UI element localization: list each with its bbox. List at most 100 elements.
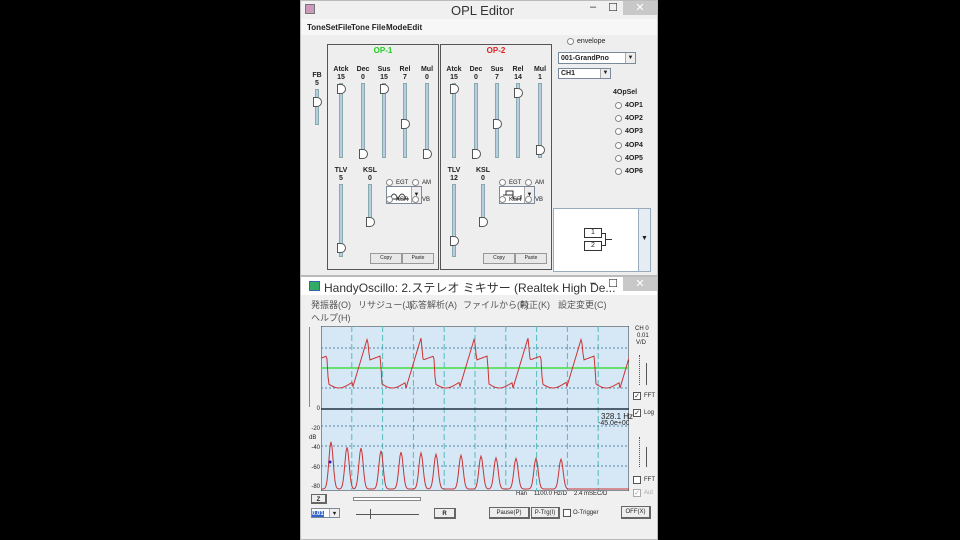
menu-item[interactable]: リサジュー(J) (358, 298, 413, 311)
algorithm-dropdown-arrow[interactable]: ▼ (638, 209, 650, 271)
radio-4op4[interactable] (615, 141, 622, 149)
time-slider[interactable] (356, 509, 419, 519)
radio-am[interactable] (525, 179, 532, 186)
ksl-op2-slider[interactable] (479, 184, 488, 227)
copy-button[interactable]: Copy (370, 253, 402, 264)
scale-select[interactable]: 0.01 ▾ (311, 508, 340, 518)
window-title: HandyOscillo: 2.ステレオ ミキサー (Realtek High … (324, 281, 616, 295)
log-checkbox[interactable]: ✓ (633, 409, 641, 417)
dec-op1-slider[interactable] (359, 83, 368, 159)
mul-op1-label: Mul (420, 66, 434, 73)
title-bar: OPL Editor – ☐ ✕ (301, 1, 657, 19)
p-trig-button[interactable]: P-Trg(I) (531, 507, 560, 519)
horizontal-scroll-slider[interactable] (353, 497, 421, 501)
envelope-label: envelope (577, 38, 606, 45)
opsel-label: 4OP1 (625, 102, 643, 109)
radio-ksr[interactable] (386, 196, 393, 203)
radio-label: KSR (396, 197, 409, 203)
rel-op2-slider[interactable] (514, 83, 523, 158)
sus-op1-slider[interactable] (380, 83, 389, 158)
radio-label: KSR (509, 197, 522, 203)
db-tick-label: -20 (311, 425, 320, 432)
menu-tone-file[interactable]: Tone File (351, 23, 386, 32)
log-label: Log (644, 410, 655, 416)
zoom-button[interactable]: Z (311, 494, 327, 504)
vertical-slider[interactable] (309, 327, 312, 407)
auto-checkbox[interactable]: ✓ (633, 489, 641, 497)
tlv-op1-slider[interactable] (337, 184, 346, 257)
radio-vb[interactable] (412, 196, 419, 203)
volts-per-div: 0.01 (637, 333, 649, 339)
radio-4op3[interactable] (615, 128, 622, 136)
rel-op1-value: 7 (403, 74, 407, 81)
radio-4op6[interactable] (615, 168, 622, 175)
radio-4op1[interactable] (615, 102, 622, 109)
minimize-button[interactable]: – (586, 277, 600, 291)
radio-ksr[interactable] (499, 196, 506, 203)
radio-egt[interactable] (386, 179, 393, 186)
paste-button[interactable]: Paste (402, 253, 434, 264)
radio-4op5[interactable] (615, 154, 622, 162)
radio-am[interactable] (412, 179, 419, 186)
rel-op1-slider-thumb[interactable] (401, 118, 410, 129)
close-button[interactable]: ✕ (623, 1, 657, 15)
dec-op2-slider[interactable] (472, 83, 481, 159)
atck-op1-slider[interactable] (337, 83, 346, 158)
paste-button[interactable]: Paste (515, 253, 547, 264)
ksl-op1-slider[interactable] (366, 184, 375, 227)
channel-label: CH 0 (635, 326, 649, 332)
radio-4op2[interactable] (615, 115, 622, 123)
sus-op2-slider[interactable] (493, 83, 502, 158)
algorithm-select[interactable]: 1 2 ▼ (553, 208, 651, 272)
mul-op2-slider[interactable] (536, 83, 545, 158)
menu-edit[interactable]: Edit (407, 23, 422, 32)
handyoscillo-window: HandyOscillo: 2.ステレオ ミキサー (Realtek High … (300, 276, 658, 540)
tlv-op1-value: 5 (339, 175, 343, 182)
sus-op2-label: Sus (490, 66, 504, 73)
menu-item[interactable]: 設定変更(C) (558, 298, 607, 311)
dec-op1-label: Dec (356, 66, 370, 73)
algorithm-diagram: 12 (582, 224, 622, 258)
radio-vb[interactable] (525, 196, 532, 203)
fb-slider[interactable] (313, 89, 322, 125)
o-trigger-checkbox[interactable] (563, 509, 571, 517)
chevron-down-icon: ▼ (600, 69, 610, 78)
menu-tonesetfile[interactable]: ToneSetFile (307, 23, 352, 32)
tone-select[interactable]: 001-GrandPno ▼ (558, 52, 636, 64)
window-title: OPL Editor (451, 3, 515, 18)
tlv-op2-slider[interactable] (450, 184, 459, 257)
maximize-button[interactable]: ☐ (606, 277, 620, 291)
mul-op1-slider[interactable] (423, 83, 432, 159)
rel-op1-slider[interactable] (401, 83, 410, 158)
off-button[interactable]: OFF(X) (621, 506, 651, 519)
copy-button[interactable]: Copy (483, 253, 515, 264)
volts-slider[interactable] (639, 355, 651, 385)
level-slider[interactable] (639, 437, 651, 467)
minimize-button[interactable]: – (586, 1, 600, 15)
maximize-button[interactable]: ☐ (606, 1, 620, 15)
envelope-radio[interactable] (567, 38, 574, 45)
menu-item[interactable]: 発振器(O) (311, 298, 351, 311)
menu-item[interactable]: 応答解析(A) (409, 298, 457, 311)
radio-label: VB (535, 197, 544, 203)
auto-label: Aut (644, 490, 654, 496)
mul-op2-slider-thumb[interactable] (536, 144, 545, 155)
menu-item[interactable]: ファイルから(F) (463, 298, 529, 311)
atck-op2-slider[interactable] (450, 83, 459, 158)
fft-checkbox[interactable]: ✓ (633, 392, 641, 400)
rel-op2-value: 14 (514, 74, 522, 81)
channel-select[interactable]: CH1 ▼ (558, 68, 611, 79)
pause-button[interactable]: Pause(P) (489, 507, 530, 519)
close-button[interactable]: ✕ (623, 277, 657, 291)
channel-value: CH1 (561, 70, 576, 77)
fft2-checkbox[interactable] (633, 476, 641, 484)
fb-slider-thumb[interactable] (313, 97, 322, 108)
menu-mode[interactable]: Mode (386, 23, 407, 32)
sus-op2-slider-thumb[interactable] (493, 118, 502, 129)
operator-title: OP-2 (486, 46, 506, 55)
menu-help[interactable]: ヘルプ(H) (311, 311, 351, 324)
reset-button[interactable]: R (434, 508, 456, 519)
menu-item[interactable]: 較正(K) (520, 298, 550, 311)
radio-egt[interactable] (499, 179, 506, 186)
scale-value: 0.01 (312, 511, 324, 517)
